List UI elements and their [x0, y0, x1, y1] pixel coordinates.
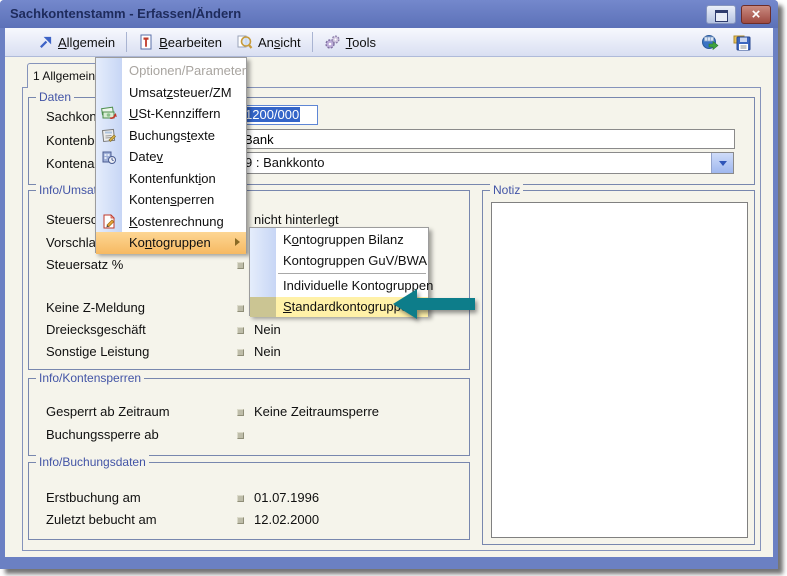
menu-item-buchungstexte[interactable]: Buchungstexte: [96, 125, 246, 147]
kontenart-combobox[interactable]: 9 : Bankkonto: [240, 152, 734, 174]
menu-item-umsatzsteuer-zm[interactable]: Umsatzsteuer/ZM: [96, 82, 246, 104]
group-info-kontensperren: Info/Kontensperren Gesperrt ab Zeitraum …: [28, 378, 470, 456]
notiz-textarea[interactable]: [491, 202, 748, 538]
group-info-buchungsdaten: Info/Buchungsdaten Erstbuchung am 01.07.…: [28, 462, 470, 540]
group-info-kontensperren-legend: Info/Kontensperren: [36, 371, 144, 385]
row-label: Gesperrt ab Zeitraum: [46, 404, 170, 419]
row-label: Dreiecksgeschäft: [46, 322, 146, 337]
row-value: Keine Zeitraumsperre: [254, 404, 379, 419]
bullet-icon: [237, 262, 244, 269]
submenu-arrow-icon: [235, 238, 240, 246]
group-daten-legend: Daten: [36, 90, 74, 104]
menu-item-ust-kennziffern[interactable]: USt-Kennziffern: [96, 103, 246, 125]
chevron-down-icon: [719, 161, 727, 166]
bullet-icon: [237, 432, 244, 439]
bullet-icon: [237, 409, 244, 416]
note-pen-icon: [100, 127, 117, 144]
menu-separator: [278, 273, 426, 274]
row-label: Zuletzt bebucht am: [46, 512, 157, 527]
row-label: Buchungssperre ab: [46, 427, 159, 442]
row-value: Nein: [254, 322, 281, 337]
money-icon: [100, 105, 117, 122]
sachkonto-input[interactable]: 1200/000: [240, 105, 318, 125]
menu-item-kostenrechnung[interactable]: Kostenrechnung: [96, 211, 246, 233]
sachkonto-selected-text: 1200/000: [244, 107, 300, 122]
row-value: 01.07.1996: [254, 490, 319, 505]
group-notiz: Notiz: [482, 190, 755, 545]
kontenart-dropdown-button[interactable]: [711, 153, 733, 173]
group-notiz-legend: Notiz: [490, 183, 523, 197]
document-pencil-icon: [100, 213, 117, 230]
submenu-item-kontogruppen-bilanz[interactable]: Kontogruppen Bilanz: [250, 230, 428, 251]
menu-item-kontenfunktion[interactable]: Kontenfunktion: [96, 168, 246, 190]
menu-item-kontogruppen[interactable]: Kontogruppen: [96, 232, 246, 254]
row-value: nicht hinterlegt: [254, 212, 339, 227]
bearbeiten-menu: Optionen/Parameter Umsatzsteuer/ZM USt-K…: [95, 57, 247, 253]
building-clock-icon: [100, 148, 117, 165]
row-label: Sonstige Leistung: [46, 344, 149, 359]
row-label: Keine Z-Meldung: [46, 300, 145, 315]
bullet-icon: [237, 305, 244, 312]
annotation-arrow-icon: [393, 286, 475, 322]
bullet-icon: [237, 327, 244, 334]
menu-item-kontensperren[interactable]: Kontensperren: [96, 189, 246, 211]
screenshot-stage: Sachkontenstamm - Erfassen/Ändern × Allg…: [0, 0, 787, 576]
row-value: Nein: [254, 344, 281, 359]
submenu-item-kontogruppen-guv-bwa[interactable]: Kontogruppen GuV/BWA: [250, 251, 428, 272]
kontenart-value: 9 : Bankkonto: [245, 155, 325, 170]
row-value: 12.02.2000: [254, 512, 319, 527]
menu-item-datev[interactable]: Datev: [96, 146, 246, 168]
kontenbezeichnung-input[interactable]: [240, 129, 735, 149]
bullet-icon: [237, 349, 244, 356]
group-info-buchungsdaten-legend: Info/Buchungsdaten: [36, 455, 149, 469]
kontenbezeichnung-label: Kontenbe: [46, 133, 102, 148]
menu-item-optionen-parameter[interactable]: Optionen/Parameter: [96, 60, 246, 82]
row-label: Steuersatz %: [46, 257, 123, 272]
row-label: Erstbuchung am: [46, 490, 141, 505]
sachkonto-label: Sachkont: [46, 109, 100, 124]
bullet-icon: [237, 495, 244, 502]
kontenart-label: Kontenar: [46, 156, 99, 171]
bullet-icon: [237, 517, 244, 524]
tab-allgemein[interactable]: 1 Allgemein: [27, 63, 101, 88]
